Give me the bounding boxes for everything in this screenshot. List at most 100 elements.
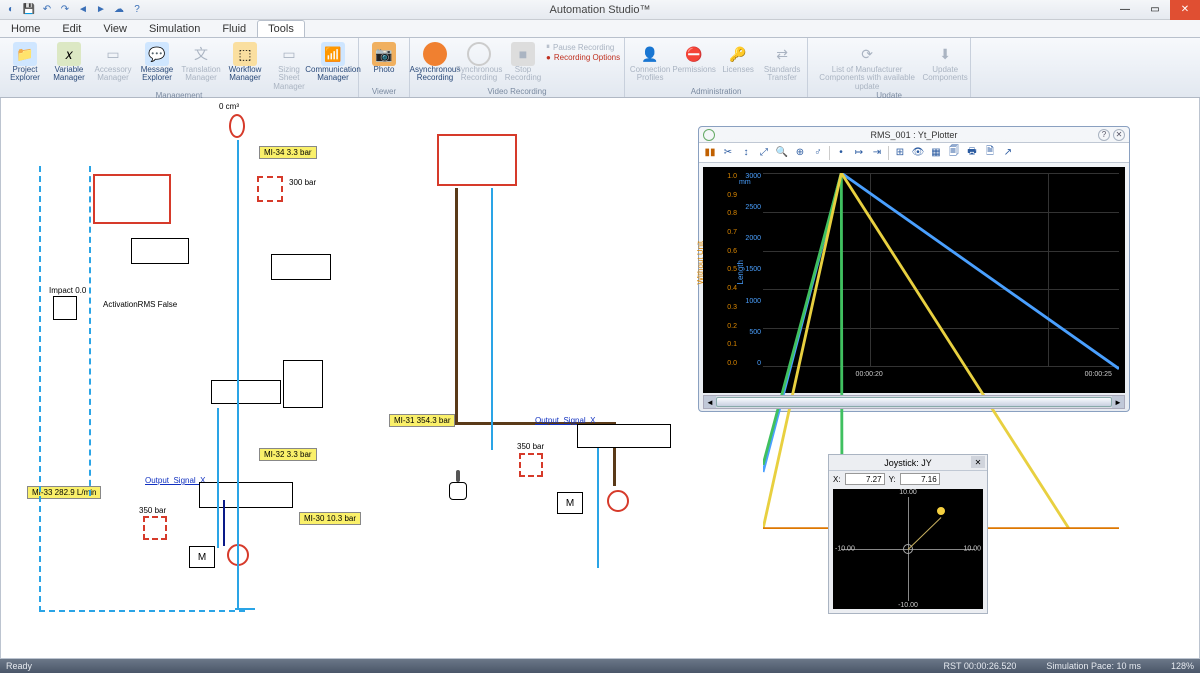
y2-unit: mm	[739, 179, 751, 186]
joystick-title-text: Joystick: JY	[884, 458, 932, 468]
tab-tools[interactable]: Tools	[257, 20, 305, 37]
tab-view[interactable]: View	[92, 20, 138, 37]
plotter-titlebar[interactable]: RMS_001 : Yt_Plotter ? ✕	[699, 127, 1129, 143]
tab-fluid[interactable]: Fluid	[211, 20, 257, 37]
valve-mid1[interactable]	[271, 254, 331, 280]
relief-valve-350a[interactable]	[143, 516, 167, 540]
joystick-panel[interactable]: Joystick: JY ✕ X: Y: 10.00 -10.00 -10.00…	[828, 454, 988, 614]
tool-icon[interactable]: •	[834, 146, 848, 160]
cylinder-left[interactable]	[93, 174, 171, 224]
qat-back-icon[interactable]: ◄	[76, 3, 90, 17]
plotter-help-icon[interactable]: ?	[1098, 129, 1110, 141]
ribbon-group-label: Viewer	[363, 87, 405, 97]
tab-home[interactable]: Home	[0, 20, 51, 37]
qat-help-icon[interactable]: ?	[130, 3, 144, 17]
pause-icon[interactable]: ▮▮	[703, 146, 717, 160]
qat-redo-icon[interactable]: ↷	[58, 3, 72, 17]
tool-icon[interactable]: ▦	[929, 146, 943, 160]
main-dir-valve[interactable]	[199, 482, 293, 508]
qat-fwd-icon[interactable]: ►	[94, 3, 108, 17]
project-explorer-button[interactable]: 📁Project Explorer	[4, 40, 46, 91]
tool-icon[interactable]: ↕	[739, 146, 753, 160]
valve-cross2[interactable]	[283, 360, 323, 408]
tab-simulation[interactable]: Simulation	[138, 20, 211, 37]
tab-edit[interactable]: Edit	[51, 20, 92, 37]
maximize-button[interactable]: ▭	[1140, 0, 1170, 20]
plot-area[interactable]: Without Unit Length 1.00.90.80.70.60.50.…	[703, 167, 1125, 393]
plot-scrollbar[interactable]: ◄ ►	[703, 395, 1125, 409]
titlebar: ◐ 💾 ↶ ↷ ◄ ► ☁ ? Automation Studio™ — ▭ ✕	[0, 0, 1200, 20]
dir-valve-right[interactable]	[577, 424, 671, 448]
tool-icon[interactable]: ↗	[1001, 146, 1015, 160]
menubar: Home Edit View Simulation Fluid Tools	[0, 20, 1200, 38]
joystick-close-icon[interactable]: ✕	[971, 456, 985, 468]
qat: ◐ 💾 ↶ ↷ ◄ ► ☁ ?	[4, 3, 144, 17]
jy-value[interactable]	[900, 473, 940, 485]
tool-icon[interactable]: ⊞	[893, 146, 907, 160]
tool-icon[interactable]: ⤢	[757, 146, 771, 160]
window-controls: — ▭ ✕	[1110, 0, 1200, 20]
scroll-thumb[interactable]	[716, 397, 1112, 407]
tool-icon[interactable]: 👁	[911, 146, 925, 160]
scroll-right-icon[interactable]: ►	[1112, 396, 1124, 408]
sync-recording-button: Synchronous Recording	[458, 40, 500, 87]
jpad-left: -10.00	[835, 546, 855, 553]
motor-right[interactable]: M	[557, 492, 583, 514]
app-icon: ◐	[4, 3, 18, 17]
ribbon-group-viewer: 📷Photo Viewer	[359, 38, 410, 97]
tool-icon[interactable]: ↦	[852, 146, 866, 160]
pump-right[interactable]	[607, 490, 629, 512]
accumulator[interactable]	[229, 114, 245, 138]
plotter-close-icon[interactable]: ✕	[1113, 129, 1125, 141]
tool-icon[interactable]: ♂	[811, 146, 825, 160]
jx-value[interactable]	[845, 473, 885, 485]
message-explorer-button[interactable]: 💬Message Explorer	[136, 40, 178, 91]
ribbon: 📁Project Explorer 𝑥Variable Manager ▭Acc…	[0, 38, 1200, 98]
photo-button[interactable]: 📷Photo	[363, 40, 405, 87]
tool-icon[interactable]: ⊕	[793, 146, 807, 160]
motor-left[interactable]: M	[189, 546, 215, 568]
cylinder-right[interactable]	[437, 134, 517, 186]
joystick-pad[interactable]: 10.00 -10.00 -10.00 10.00	[833, 489, 983, 609]
plotter-toolbar: ▮▮ ✂ ↕ ⤢ 🔍 ⊕ ♂ • ↦ ⇥ ⊞ 👁 ▦ 🗐 🖶 🗎 ↗	[699, 143, 1129, 163]
plotter-title-text: RMS_001 : Yt_Plotter	[871, 130, 958, 140]
async-recording-button[interactable]: Asynchronous Recording	[414, 40, 456, 87]
status-pace: Simulation Pace: 10 ms	[1046, 661, 1141, 671]
joystick-symbol[interactable]	[449, 482, 467, 500]
plotter-power-icon[interactable]	[703, 129, 715, 141]
status-zoom[interactable]: 128%	[1171, 661, 1194, 671]
stop-recording-button: ■Stop Recording	[502, 40, 544, 87]
tool-icon[interactable]: 🖶	[965, 146, 979, 160]
communication-manager-button[interactable]: 📶Communication Manager	[312, 40, 354, 91]
jpad-top: 10.00	[899, 489, 917, 496]
joystick-readout: X: Y:	[829, 471, 987, 487]
label-350b: 350 bar	[517, 442, 544, 451]
qat-save-icon[interactable]: 💾	[22, 3, 36, 17]
tool-icon[interactable]: 🗐	[947, 146, 961, 160]
direction-valve-left[interactable]	[131, 238, 189, 264]
relief-valve-300[interactable]	[257, 176, 283, 202]
x-ticks: 00:00:20 00:00:25	[763, 371, 1119, 381]
recording-options-button[interactable]: ●Recording Options	[546, 53, 620, 62]
link-output-left[interactable]: Output_Signal_X	[145, 476, 206, 485]
tool-icon[interactable]: ✂	[721, 146, 735, 160]
joystick-knob[interactable]	[937, 507, 945, 515]
tool-icon[interactable]: ⇥	[870, 146, 884, 160]
plotter-panel[interactable]: RMS_001 : Yt_Plotter ? ✕ ▮▮ ✂ ↕ ⤢ 🔍 ⊕ ♂ …	[698, 126, 1130, 412]
variable-manager-button[interactable]: 𝑥Variable Manager	[48, 40, 90, 91]
valve-cross1[interactable]	[211, 380, 281, 404]
relief-valve-350b[interactable]	[519, 453, 543, 477]
scroll-left-icon[interactable]: ◄	[704, 396, 716, 408]
qat-cloud-icon[interactable]: ☁	[112, 3, 126, 17]
tool-icon[interactable]: 🗎	[983, 146, 997, 160]
tool-icon[interactable]: 🔍	[775, 146, 789, 160]
qat-undo-icon[interactable]: ↶	[40, 3, 54, 17]
minimize-button[interactable]: —	[1110, 0, 1140, 20]
ribbon-group-update: ⟳List of Manufacturer Components with av…	[808, 38, 971, 97]
joystick-titlebar[interactable]: Joystick: JY ✕	[829, 455, 987, 471]
recording-stack: ⏸Pause Recording ●Recording Options	[546, 40, 620, 87]
close-button[interactable]: ✕	[1170, 0, 1200, 20]
impact-box[interactable]	[53, 296, 77, 320]
workflow-manager-button[interactable]: ⬚Workflow Manager	[224, 40, 266, 91]
update-components-button: ⬇Update Components	[924, 40, 966, 91]
